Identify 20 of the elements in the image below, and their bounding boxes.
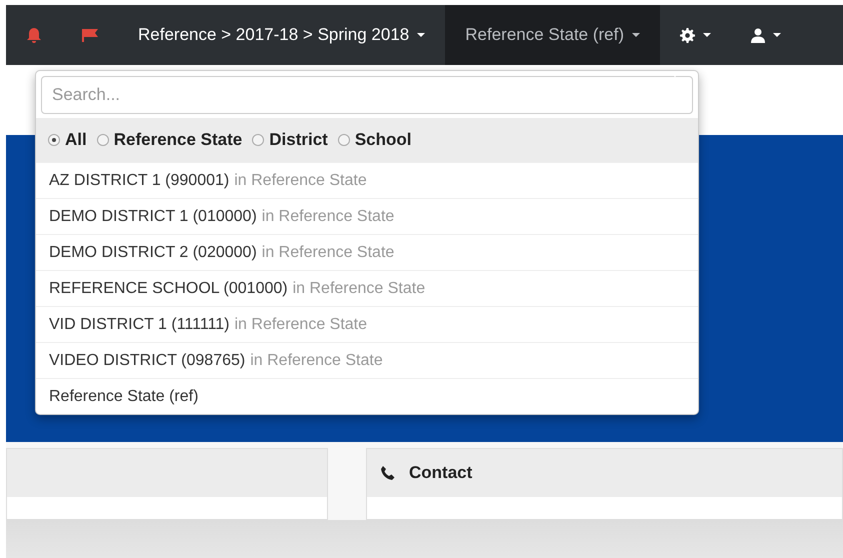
- settings-icon: [680, 28, 696, 42]
- organization-item[interactable]: AZ DISTRICT 1 (990001) in Reference State: [36, 162, 698, 198]
- flag-icon[interactable]: [81, 28, 99, 42]
- phone-icon: [381, 466, 395, 480]
- organization-item[interactable]: VID DISTRICT 1 (111111) in Reference State: [36, 306, 698, 342]
- bell-icon[interactable]: [26, 26, 42, 44]
- filter-radio[interactable]: All: [48, 130, 87, 150]
- panel-title: Contact: [409, 463, 472, 483]
- organization-item[interactable]: Reference State (ref): [36, 378, 698, 414]
- organization-item[interactable]: DEMO DISTRICT 1 (010000) in Reference State: [36, 198, 698, 234]
- organization-dropdown[interactable]: Reference State (ref): [445, 5, 660, 65]
- organization-item[interactable]: DEMO DISTRICT 2 (020000) in Reference State: [36, 234, 698, 270]
- filter-radio[interactable]: Reference State: [96, 130, 242, 150]
- organization-item[interactable]: REFERENCE SCHOOL (001000) in Reference State: [36, 270, 698, 306]
- term-breadcrumb-dropdown[interactable]: Reference > 2017-18 > Spring 2018: [118, 5, 446, 65]
- organization-item[interactable]: VIDEO DISTRICT (098765) in Reference State: [36, 342, 698, 378]
- user-icon: [751, 28, 766, 42]
- filter-radio[interactable]: School: [338, 130, 412, 150]
- filter-radio[interactable]: District: [252, 130, 328, 150]
- search-field[interactable]: Search...: [41, 76, 693, 114]
